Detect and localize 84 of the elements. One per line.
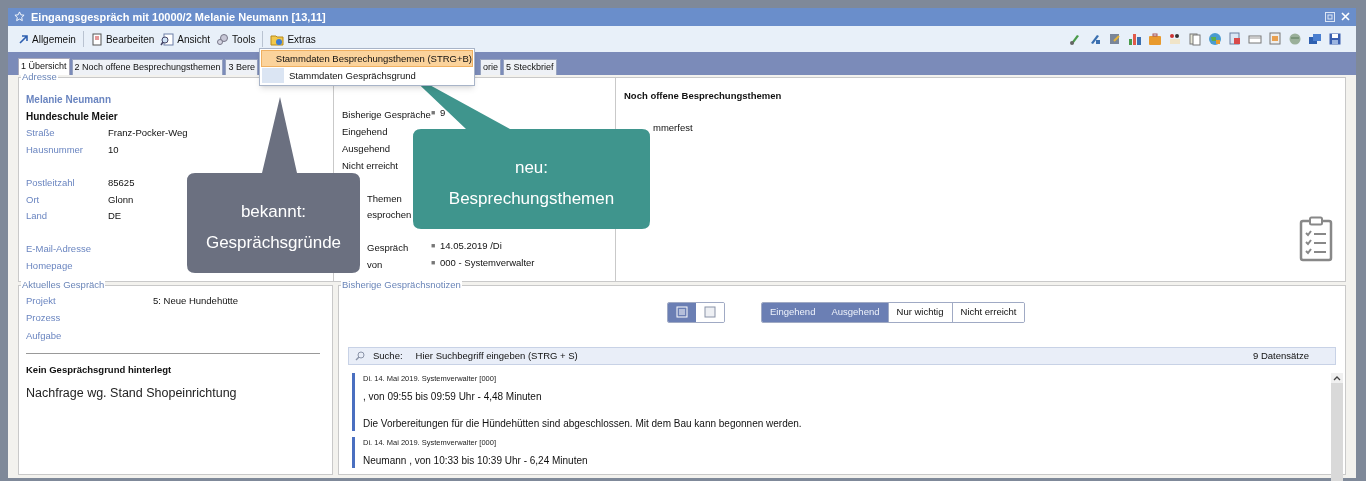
field-value: 5: Neue Hundehütte [153,293,239,308]
contact-name: Melanie Neumann [26,93,113,107]
briefcase-icon[interactable] [1148,32,1162,47]
folder-icon [270,32,285,46]
field-label: Prozess [26,311,62,326]
record-count: 9 Datensätze [1253,348,1309,363]
menu-item[interactable]: Bearbeiten [88,29,157,50]
document-icon[interactable] [1108,32,1122,47]
note-time: Neumann , von 10:33 bis 10:39 Uhr - 6,24 Minuten [363,454,589,468]
field-value: 85625 [108,175,135,190]
globe-icon[interactable] [1208,32,1222,47]
gears-icon [216,33,230,46]
tab[interactable]: 2 Noch offene Besprechungsthemen [71,59,224,75]
pen-icon[interactable] [1088,32,1102,47]
window-icon [704,306,716,319]
stat-label: Nicht erreicht [342,158,399,173]
stat-value: 000 - Systemverwalter [440,255,535,270]
filter-button[interactable]: Eingehend [762,303,824,322]
field-label: Aufgabe [26,328,63,343]
windows-icon[interactable] [1308,32,1322,47]
menu-item[interactable]: Stammdaten Besprechungsthemen (STRG+B) [261,50,473,67]
field-label: Projekt [26,293,57,308]
scrollbar[interactable] [1331,373,1343,481]
section-title: Noch offene Besprechungsthemen [624,89,783,103]
form-icon[interactable] [1228,32,1242,47]
field-label: E-Mail-Adresse [26,242,92,257]
window-title: Eingangsgespräch mit 10000/2 Melanie Neumann [13,11] [31,9,326,25]
menu-item[interactable]: Allgemein [16,29,78,50]
menu-item[interactable]: Tools [214,29,258,50]
field-label: Ort [26,192,41,207]
callout-text: bekannt: Gesprächsgründe [204,201,343,254]
ball-icon[interactable] [1288,32,1302,47]
field-label: Postleitzahl [26,175,76,190]
list-icon [676,306,688,319]
pen-icon[interactable] [1068,32,1082,47]
search-icon [355,351,365,361]
reason-text: Nachfrage wg. Stand Shopeinrichtung [26,384,238,402]
filter-button[interactable]: Nicht erreicht [951,303,1025,322]
tab[interactable]: 5 Steckbrief [503,59,557,75]
field-value: DE [108,209,122,224]
pages-icon[interactable] [1188,32,1202,47]
topic-item: mmerfest [652,121,694,136]
field-label: Land [26,209,49,224]
field-label: Straße [26,126,56,141]
star-icon [14,11,25,23]
field-value: 10 [108,143,119,158]
callout-text: neu: Besprechungsthemen [447,157,616,210]
field-label: Hausnummer [26,143,85,158]
document-icon [90,32,103,46]
stat-label: esprochen [366,208,413,223]
tab[interactable]: 3 Bere [225,59,258,75]
field-value: Glonn [108,192,134,207]
stat-label: Eingehend [342,125,389,140]
stat-value: 9 [440,106,446,121]
field-value: Franz-Pocker-Weg [108,126,188,141]
search-bar[interactable]: Suche: Hier Suchbegriff eingeben (STRG + S) 9 Datensätze [348,347,1336,365]
save-icon[interactable] [1328,32,1342,47]
note-text: Die Vorbereitungen für die Hündehütten sind abgeschlossen. Mit dem Bau kann begonnen werden. [363,417,803,431]
picture-icon[interactable] [1268,32,1282,47]
field-label: Homepage [26,259,74,274]
people-icon[interactable] [1168,32,1182,47]
stat-label: Gespräch [366,241,410,256]
magnifier-page-icon [160,32,175,46]
restore-icon[interactable] [1325,11,1335,22]
note-time: , von 09:55 bis 09:59 Uhr - 4,48 Minuten [363,390,543,404]
window-icon[interactable] [1248,32,1262,47]
clipboard-icon [1299,216,1333,262]
stat-label: von [366,257,384,272]
chart-icon[interactable] [1128,32,1142,47]
filter-button[interactable]: Ausgehend [823,303,888,322]
view-toggle[interactable] [668,303,696,322]
search-field[interactable]: Hier Suchbegriff eingeben (STRG + S) [415,348,1253,364]
menu-item[interactable]: Ansicht [158,29,213,50]
stat-label: Ausgehend [342,142,392,156]
tab[interactable]: orie [480,59,501,75]
menu-item[interactable]: Stammdaten Gesprächsgrund [261,67,473,84]
reason-title: Kein Gesprächsgrund hinterlegt [26,363,173,378]
stat-label: Themen [366,191,403,206]
stat-label: Bisherige Gespräche [342,108,431,123]
company-name: Hundeschule Meier [26,110,119,124]
menu-item[interactable]: Extras [268,29,318,50]
close-icon[interactable] [1341,12,1350,22]
stat-value: 14.05.2019 /Di [440,239,502,254]
arrow-icon [18,33,29,45]
